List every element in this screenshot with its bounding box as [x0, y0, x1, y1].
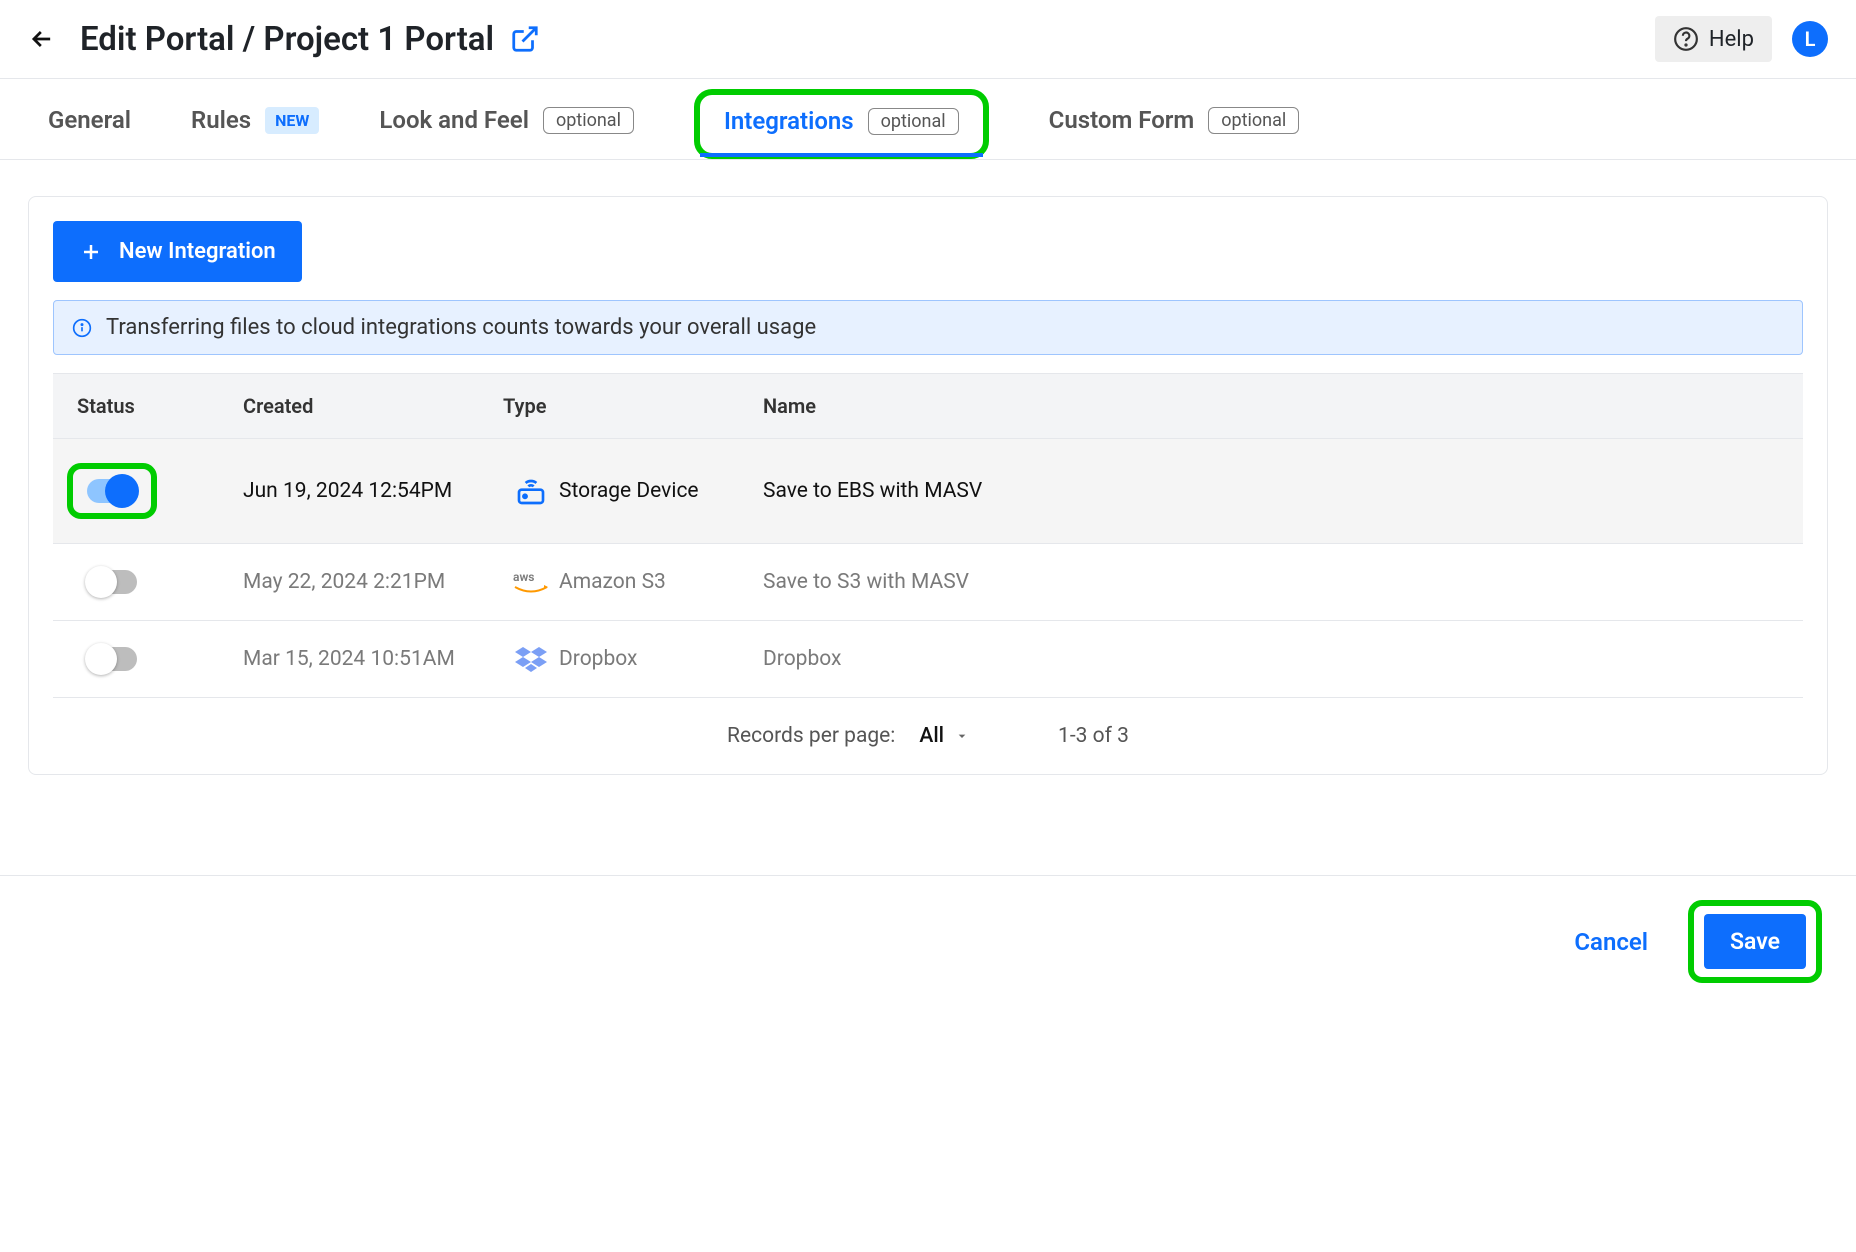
- tabs-bar: General Rules NEW Look and Feel optional…: [0, 79, 1856, 160]
- info-banner: Transferring files to cloud integrations…: [53, 300, 1803, 355]
- new-integration-button[interactable]: New Integration: [53, 221, 302, 282]
- type-label: Storage Device: [559, 479, 699, 503]
- status-cell: [53, 570, 243, 594]
- tab-label: Integrations: [724, 107, 854, 135]
- tab-general[interactable]: General: [48, 103, 131, 159]
- dropbox-icon: [503, 645, 559, 673]
- status-toggle[interactable]: [87, 479, 137, 503]
- pager-value: All: [919, 724, 944, 748]
- highlight-box: [67, 463, 157, 519]
- aws-icon: aws: [503, 568, 559, 596]
- name-cell: Dropbox: [763, 647, 1803, 671]
- help-button[interactable]: Help: [1655, 16, 1772, 62]
- col-status: Status: [53, 394, 243, 418]
- status-cell: [53, 463, 243, 519]
- content-area: New Integration Transferring files to cl…: [0, 160, 1856, 775]
- integrations-card: New Integration Transferring files to cl…: [28, 196, 1828, 775]
- save-button[interactable]: Save: [1704, 914, 1806, 969]
- page-title: Edit Portal / Project 1 Portal: [80, 20, 1655, 59]
- back-arrow-icon[interactable]: [28, 25, 56, 53]
- svg-text:aws: aws: [513, 570, 534, 584]
- tab-label: General: [48, 106, 131, 134]
- table-row[interactable]: Jun 19, 2024 12:54PM Storage Device Save…: [53, 439, 1803, 544]
- pagination: Records per page: All 1-3 of 3: [53, 698, 1803, 774]
- page-title-text: Edit Portal / Project 1 Portal: [80, 20, 494, 59]
- info-icon: [72, 318, 92, 338]
- tab-rules[interactable]: Rules NEW: [191, 103, 319, 159]
- cancel-label: Cancel: [1574, 928, 1648, 956]
- footer-bar: Cancel Save: [0, 875, 1856, 1007]
- type-label: Amazon S3: [559, 570, 666, 594]
- pager-label: Records per page:: [727, 724, 895, 748]
- col-type: Type: [503, 394, 763, 418]
- table-header-row: Status Created Type Name: [53, 373, 1803, 439]
- tab-look-and-feel[interactable]: Look and Feel optional: [379, 103, 634, 159]
- tab-label: Rules: [191, 106, 251, 134]
- col-created: Created: [243, 394, 503, 418]
- storage-device-icon: [503, 475, 559, 507]
- tab-integrations[interactable]: Integrations optional: [694, 89, 989, 159]
- avatar[interactable]: L: [1792, 21, 1828, 57]
- optional-badge: optional: [543, 107, 634, 134]
- new-integration-label: New Integration: [119, 239, 276, 264]
- help-label: Help: [1709, 27, 1754, 52]
- avatar-letter: L: [1805, 27, 1816, 51]
- table-row[interactable]: May 22, 2024 2:21PM aws Amazon S3 Save t…: [53, 544, 1803, 621]
- pager-range: 1-3 of 3: [1058, 724, 1129, 748]
- name-cell: Save to EBS with MASV: [763, 479, 1803, 503]
- created-cell: Jun 19, 2024 12:54PM: [243, 479, 503, 503]
- name-cell: Save to S3 with MASV: [763, 570, 1803, 594]
- new-badge: NEW: [265, 107, 319, 134]
- external-link-icon[interactable]: [510, 24, 540, 54]
- created-cell: Mar 15, 2024 10:51AM: [243, 647, 503, 671]
- tab-label: Custom Form: [1049, 106, 1195, 134]
- cancel-button[interactable]: Cancel: [1574, 928, 1648, 956]
- table-row[interactable]: Mar 15, 2024 10:51AM Dropbox Dropbox: [53, 621, 1803, 698]
- type-cell: Storage Device: [503, 475, 763, 507]
- highlight-box: Save: [1688, 900, 1822, 983]
- status-toggle[interactable]: [87, 647, 137, 671]
- save-label: Save: [1730, 928, 1780, 955]
- tab-custom-form[interactable]: Custom Form optional: [1049, 103, 1300, 159]
- type-cell: aws Amazon S3: [503, 568, 763, 596]
- col-name: Name: [763, 394, 1803, 418]
- page-header: Edit Portal / Project 1 Portal Help L: [0, 0, 1856, 79]
- optional-badge: optional: [1208, 107, 1299, 134]
- optional-badge: optional: [868, 108, 959, 135]
- created-cell: May 22, 2024 2:21PM: [243, 570, 503, 594]
- type-cell: Dropbox: [503, 645, 763, 673]
- header-actions: Help L: [1655, 16, 1828, 62]
- integrations-table: Status Created Type Name Jun 19, 2024 12…: [53, 373, 1803, 774]
- tab-label: Look and Feel: [379, 106, 529, 134]
- info-text: Transferring files to cloud integrations…: [106, 315, 816, 340]
- status-toggle[interactable]: [87, 570, 137, 594]
- status-cell: [53, 647, 243, 671]
- records-per-page-select[interactable]: All: [919, 724, 970, 748]
- type-label: Dropbox: [559, 647, 637, 671]
